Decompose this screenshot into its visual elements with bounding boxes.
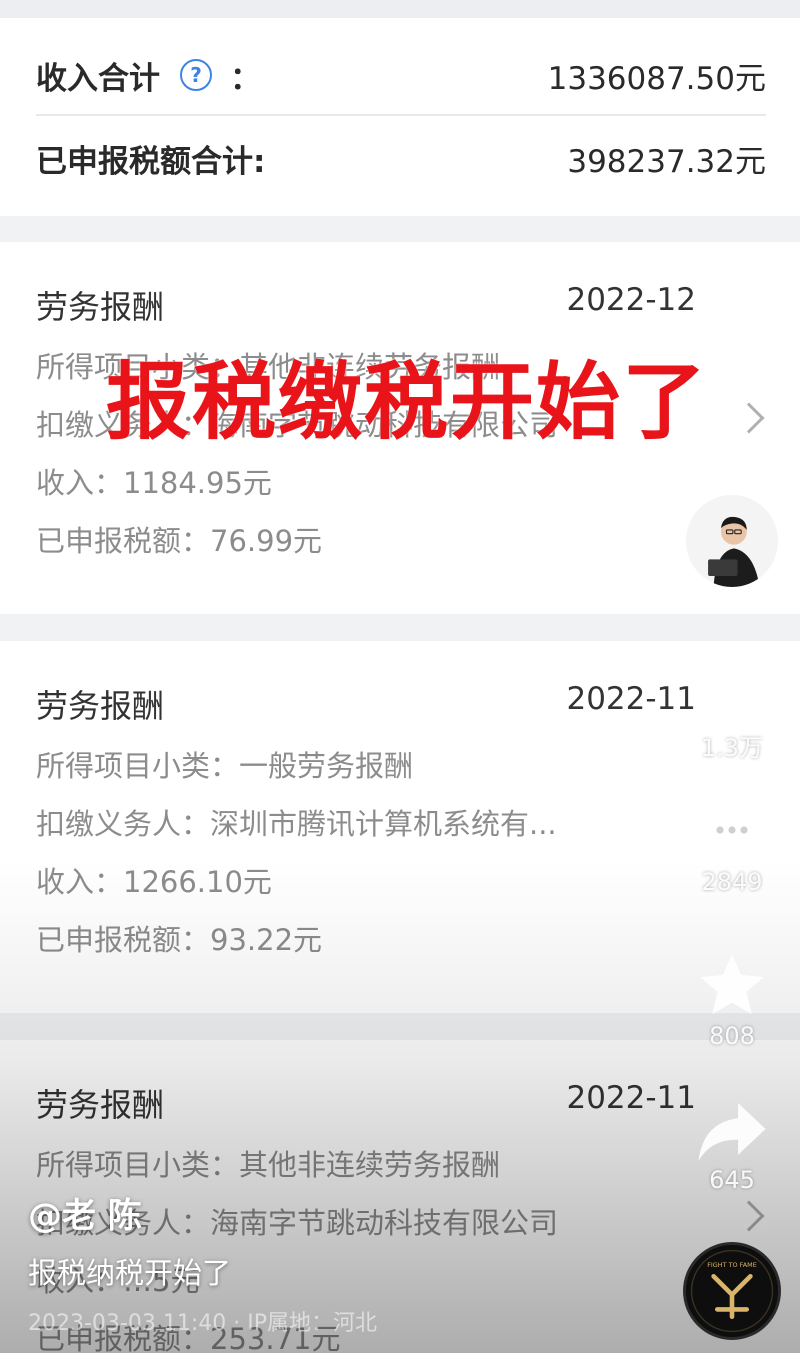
income-total-label-group: 收入合计 ? ：: [36, 53, 261, 98]
income-total-label: 收入合计: [36, 60, 160, 97]
tax-total-label: 已申报税额合计:: [36, 143, 266, 180]
like-count: 1.3万: [700, 734, 764, 762]
record-tax: 已申报税额：76.99元: [36, 524, 323, 558]
disc-label: FIGHT TO FAME: [707, 1261, 757, 1269]
share-icon: [698, 1103, 766, 1161]
top-strip: [0, 0, 800, 18]
record-card[interactable]: 劳务报酬 2022-11 所得项目小类：一般劳务报酬 扣缴义务人：深圳市腾讯计算…: [0, 641, 800, 1013]
avatar[interactable]: [683, 492, 781, 590]
record-subtype: 所得项目小类：其他非连续劳务报酬: [36, 1148, 501, 1182]
video-caption: 报税纳税开始了: [28, 1256, 232, 1290]
income-total-row: 收入合计 ? ： 1336087.50元: [36, 36, 766, 116]
chevron-right-icon[interactable]: [733, 1200, 765, 1232]
comment-count: 2849: [701, 868, 763, 896]
tax-total-value: 398237.32元: [567, 143, 766, 180]
heart-icon: [699, 665, 765, 723]
like-button[interactable]: 1.3万: [690, 660, 774, 763]
record-date: 2022-12: [566, 282, 696, 318]
record-income: 收入：1266.10元: [36, 865, 272, 899]
star-icon: [700, 954, 764, 1014]
music-disc-icon: FIGHT TO FAME: [686, 1245, 778, 1337]
income-total-colon: ：: [230, 60, 261, 97]
share-button[interactable]: 645: [690, 1100, 774, 1194]
chevron-right-icon[interactable]: [733, 402, 765, 434]
video-overlay-title: 报税缴税开始了: [106, 353, 709, 451]
tax-total-row: 已申报税额合计: 398237.32元: [36, 118, 766, 198]
record-tax: 已申报税额：93.22元: [36, 923, 323, 957]
post-meta: 2023-03-03 11:40 · IP属地：河北: [28, 1311, 377, 1336]
income-total-value: 1336087.50元: [547, 60, 766, 97]
help-icon[interactable]: ?: [180, 59, 212, 91]
favorite-button[interactable]: 808: [690, 950, 774, 1050]
person-icon: [686, 495, 778, 587]
record-income: 收入：1184.95元: [36, 466, 272, 500]
favorite-count: 808: [709, 1022, 755, 1050]
record-date: 2022-11: [566, 681, 696, 717]
music-disc[interactable]: FIGHT TO FAME: [683, 1242, 781, 1340]
record-title: 劳务报酬: [36, 1086, 165, 1124]
record-title: 劳务报酬: [36, 687, 165, 725]
comment-button[interactable]: 2849: [690, 800, 774, 896]
record-title: 劳务报酬: [36, 288, 165, 326]
author-name[interactable]: @老 陈: [28, 1188, 142, 1237]
share-count: 645: [709, 1166, 755, 1194]
record-subtype: 所得项目小类：一般劳务报酬: [36, 749, 414, 783]
record-payer: 扣缴义务人：深圳市腾讯计算机系统有...: [36, 807, 557, 841]
summary-panel: 收入合计 ? ： 1336087.50元 已申报税额合计: 398237.32元: [0, 18, 800, 216]
record-date: 2022-11: [566, 1080, 696, 1116]
comment-icon: [702, 806, 762, 863]
